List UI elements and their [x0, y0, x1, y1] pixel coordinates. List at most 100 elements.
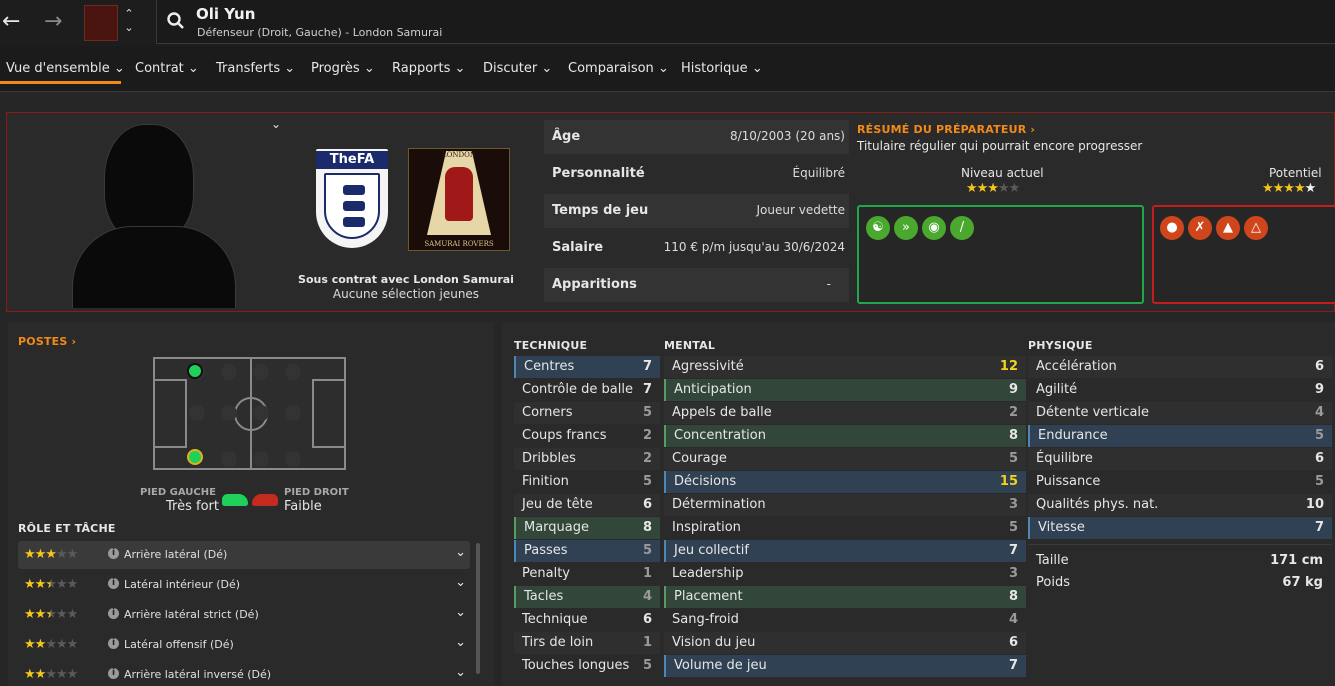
national-team-logo[interactable]: TheFA: [316, 149, 388, 248]
attribute-row[interactable]: Endurance 5: [1028, 425, 1332, 447]
attribute-name: Anticipation: [674, 382, 752, 397]
attribute-row[interactable]: Placement 8: [664, 586, 1026, 608]
attribute-row[interactable]: Tirs de loin 1: [514, 632, 660, 654]
attribute-name: Penalty: [522, 566, 570, 581]
attribute-row[interactable]: Sang-froid 4: [664, 609, 1026, 631]
attribute-row[interactable]: Touches longues 5: [514, 655, 660, 677]
attribute-value: 6: [1314, 359, 1324, 374]
attribute-row[interactable]: Équilibre 6: [1028, 448, 1332, 470]
attribute-row[interactable]: Agressivité 12: [664, 356, 1026, 378]
attribute-row[interactable]: Inspiration 5: [664, 517, 1026, 539]
attribute-value: 4: [642, 589, 652, 604]
attribute-row[interactable]: Détermination 3: [664, 494, 1026, 516]
attribute-row[interactable]: Finition 5: [514, 471, 660, 493]
attribute-row[interactable]: Puissance 5: [1028, 471, 1332, 493]
chevron-down-icon[interactable]: ⌄: [271, 117, 281, 131]
attribute-row[interactable]: Vision du jeu 6: [664, 632, 1026, 654]
role-stars: ★★★★★: [24, 607, 78, 622]
attribute-value: 6: [642, 497, 652, 512]
attribute-name: Tacles: [524, 589, 564, 604]
role-row[interactable]: ★★★★★ i Arrière latéral (Dé) ⌄: [18, 541, 470, 569]
arrow-left-icon[interactable]: ←: [2, 10, 20, 34]
attribute-row[interactable]: Dribbles 2: [514, 448, 660, 470]
weaknesses-box: ● ✗ ▲ △: [1152, 205, 1335, 304]
info-icon[interactable]: i: [108, 608, 119, 619]
right-foot-label: PIED DROIT: [284, 487, 349, 498]
chevron-down-icon[interactable]: ⌄: [455, 605, 466, 620]
attribute-row[interactable]: Tacles 4: [514, 586, 660, 608]
brain-icon[interactable]: ◉: [922, 216, 946, 240]
attribute-value: 9: [1008, 382, 1018, 397]
team-icon[interactable]: ▲: [1216, 216, 1240, 240]
chevron-down-icon[interactable]: ⌄: [455, 575, 466, 590]
coach-report-link[interactable]: RÉSUMÉ DU PRÉPARATEUR ›: [857, 123, 1035, 136]
up-down-icon[interactable]: ⌃ ⌄: [122, 7, 136, 35]
positions-link[interactable]: POSTES ›: [18, 335, 76, 348]
attribute-row[interactable]: Concentration 8: [664, 425, 1026, 447]
attribute-row[interactable]: Accélération 6: [1028, 356, 1332, 378]
attribute-row[interactable]: Décisions 15: [664, 471, 1026, 493]
role-row[interactable]: ★★★★★ i Latéral offensif (Dé) ⌄: [18, 631, 470, 659]
physique-title: PHYSIQUE: [1028, 339, 1093, 352]
divider: [1028, 544, 1332, 545]
attribute-row[interactable]: Penalty 1: [514, 563, 660, 585]
info-icon[interactable]: i: [108, 578, 119, 589]
tab-reports[interactable]: Rapports ⌄: [392, 61, 465, 76]
attribute-row[interactable]: Centres 7: [514, 356, 660, 378]
attribute-value: 5: [1008, 520, 1018, 535]
chevron-down-icon[interactable]: ⌄: [455, 635, 466, 650]
left-boot-icon: [222, 494, 248, 506]
attribute-row[interactable]: Détente verticale 4: [1028, 402, 1332, 424]
attribute-row[interactable]: Technique 6: [514, 609, 660, 631]
mental-title: MENTAL: [664, 339, 716, 352]
club-crest-small[interactable]: [84, 5, 118, 41]
flask-icon[interactable]: △: [1244, 216, 1268, 240]
tab-discuss[interactable]: Discuter ⌄: [483, 61, 552, 76]
tab-compare[interactable]: Comparaison ⌄: [568, 61, 669, 76]
active-tab-indicator: [0, 81, 121, 84]
tab-transfers[interactable]: Transferts ⌄: [216, 61, 295, 76]
attribute-name: Qualités phys. nat.: [1036, 497, 1159, 512]
role-row[interactable]: ★★★★★ i Arrière latéral inversé (Dé) ⌄: [18, 661, 470, 686]
attribute-row[interactable]: Marquage 8: [514, 517, 660, 539]
attribute-row[interactable]: Appels de balle 2: [664, 402, 1026, 424]
attribute-value: 3: [1008, 497, 1018, 512]
tab-contract[interactable]: Contrat ⌄: [135, 61, 199, 76]
attribute-row[interactable]: Courage 5: [664, 448, 1026, 470]
role-row[interactable]: ★★★★★ i Arrière latéral strict (Dé) ⌄: [18, 601, 470, 629]
cross-icon[interactable]: ✗: [1188, 216, 1212, 240]
attribute-row[interactable]: Leadership 3: [664, 563, 1026, 585]
tab-history[interactable]: Historique ⌄: [681, 61, 763, 76]
attribute-row[interactable]: Qualités phys. nat. 10: [1028, 494, 1332, 516]
pace-icon[interactable]: »: [894, 216, 918, 240]
info-icon[interactable]: i: [108, 638, 119, 649]
boot-icon[interactable]: /: [950, 216, 974, 240]
position-marker-right-back[interactable]: [187, 449, 203, 465]
attribute-row[interactable]: Volume de jeu 7: [664, 655, 1026, 677]
arrow-right-icon[interactable]: →: [44, 10, 62, 34]
header-icon[interactable]: ●: [1160, 216, 1184, 240]
attribute-row[interactable]: Passes 5: [514, 540, 660, 562]
attribute-name: Équilibre: [1036, 451, 1093, 466]
attribute-row[interactable]: Corners 5: [514, 402, 660, 424]
attribute-row[interactable]: Agilité 9: [1028, 379, 1332, 401]
info-icon[interactable]: i: [108, 548, 119, 559]
attribute-row[interactable]: Coups francs 2: [514, 425, 660, 447]
tackle-icon[interactable]: ☯: [866, 216, 890, 240]
attribute-row[interactable]: Vitesse 7: [1028, 517, 1332, 539]
info-salary: Salaire 110 € p/m jusqu'au 30/6/2024: [544, 231, 849, 265]
tab-progress[interactable]: Progrès ⌄: [311, 61, 375, 76]
role-row[interactable]: ★★★★★ i Latéral intérieur (Dé) ⌄: [18, 571, 470, 599]
attribute-row[interactable]: Jeu de tête 6: [514, 494, 660, 516]
info-icon[interactable]: i: [108, 668, 119, 679]
position-marker-left-back[interactable]: [187, 363, 203, 379]
tab-overview[interactable]: Vue d'ensemble ⌄: [6, 61, 125, 76]
attribute-value: 5: [642, 474, 652, 489]
attribute-row[interactable]: Jeu collectif 7: [664, 540, 1026, 562]
attribute-row[interactable]: Contrôle de balle 7: [514, 379, 660, 401]
club-logo[interactable]: LONDON SAMURAI ROVERS: [408, 148, 510, 251]
chevron-down-icon[interactable]: ⌄: [455, 545, 466, 560]
attribute-row[interactable]: Anticipation 9: [664, 379, 1026, 401]
roles-scrollbar[interactable]: [476, 543, 480, 674]
chevron-down-icon[interactable]: ⌄: [455, 665, 466, 680]
